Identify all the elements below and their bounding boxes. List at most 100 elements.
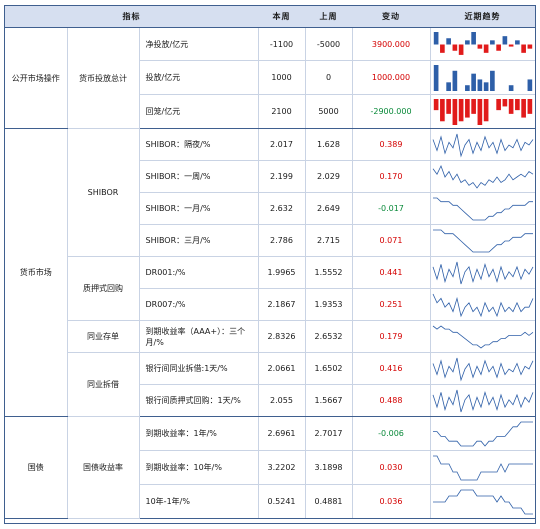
trend-chart (432, 133, 533, 158)
trend-bar (489, 39, 495, 44)
trend-chart (432, 293, 533, 317)
trend-bar (502, 98, 507, 106)
trend-sparkline (430, 27, 535, 61)
subgroup-label: 货币投放总计 (67, 27, 140, 129)
trend-bar (452, 98, 457, 125)
indicator-name: SHIBOR：一周/% (139, 160, 259, 193)
trend-bar (433, 31, 438, 44)
trend-bar (514, 39, 520, 44)
indicator-name: SHIBOR：一月/% (139, 192, 259, 225)
trend-bar (520, 98, 526, 118)
last-week-value: 1.9353 (305, 288, 353, 321)
last-week-value: 3.1898 (305, 450, 353, 485)
change-value: 1000.000 (352, 60, 431, 95)
trend-chart (432, 389, 533, 412)
last-week-value: 2.7017 (305, 416, 353, 451)
this-week-value: 2.8326 (258, 320, 306, 353)
subgroup-label: 国债收益率 (67, 416, 140, 519)
trend-bar (445, 37, 451, 44)
trend-bar (527, 44, 532, 49)
trend-bar (477, 98, 482, 125)
table-row: 公开市场操作 货币投放总计 净投放/亿元 -1100 -5000 3900.000 (5, 27, 535, 129)
indicator-name: 到期收益率：1年/% (139, 416, 259, 451)
market-summary-frame: 指标 本周 上周 变动 近期趋势 公开市场操作 货币投放总计 净投放/亿元 -1100… (4, 5, 536, 524)
trend-bar (508, 98, 513, 114)
trend-line (432, 164, 533, 189)
trend-bar (433, 98, 438, 110)
indicator-name: SHIBOR：隔夜/% (139, 128, 259, 161)
trend-bar (483, 98, 488, 121)
trend-sparkline (430, 484, 535, 519)
trend-chart (432, 164, 533, 189)
trend-bar (489, 70, 495, 91)
change-value: 0.251 (352, 288, 431, 321)
last-week-value: 2.029 (305, 160, 353, 193)
trend-line (432, 197, 533, 220)
trend-line (432, 324, 533, 349)
trend-chart (433, 64, 532, 91)
this-week-value: 2.017 (258, 128, 306, 161)
trend-bar (514, 98, 520, 110)
indicator-name: 银行间质押式回购：1天/% (139, 384, 259, 417)
trend-bar (445, 81, 451, 91)
last-week-value: 1.5552 (305, 256, 353, 289)
this-week-value: 3.2202 (258, 450, 306, 485)
change-value: -0.017 (352, 192, 431, 225)
trend-bar (508, 84, 513, 91)
trend-bar (495, 44, 501, 51)
this-week-value: 0.5241 (258, 484, 306, 519)
this-week-value: 2.1867 (258, 288, 306, 321)
indicator-name: 投放/亿元 (139, 60, 259, 95)
this-week-value: 2.632 (258, 192, 306, 225)
trend-chart (432, 357, 533, 382)
this-week-value: 2.0661 (258, 352, 306, 385)
trend-line (432, 455, 533, 480)
trend-bar (477, 78, 482, 91)
trend-chart (432, 489, 533, 514)
trend-chart (433, 31, 532, 55)
subgroup-label: 质押式回购 (67, 256, 140, 321)
last-week-value: 1.5667 (305, 384, 353, 417)
trend-chart (432, 324, 533, 349)
trend-bar (452, 70, 457, 91)
trend-chart (432, 455, 533, 480)
trend-bar (520, 44, 526, 53)
trend-chart (432, 421, 533, 447)
trend-chart (432, 229, 533, 252)
trend-sparkline (430, 450, 535, 485)
trend-bar (445, 98, 451, 114)
last-week-value: 0 (305, 60, 353, 95)
this-week-value: 1000 (258, 60, 306, 95)
trend-sparkline (430, 288, 535, 321)
this-week-value: 2.786 (258, 224, 306, 257)
last-week-value: -5000 (305, 27, 353, 61)
last-week-value: 1.6502 (305, 352, 353, 385)
trend-bar (527, 78, 532, 91)
change-value: 0.036 (352, 484, 431, 519)
trend-bar (508, 44, 513, 47)
last-week-value: 2.715 (305, 224, 353, 257)
trend-bar (483, 44, 488, 53)
this-week-value: 2100 (258, 94, 306, 129)
trend-line (432, 293, 533, 317)
last-week-value: 5000 (305, 94, 353, 129)
trend-bar (452, 44, 457, 51)
last-week-value: 2.649 (305, 192, 353, 225)
trend-bar (433, 64, 438, 91)
trend-sparkline (430, 256, 535, 289)
table-row: 同业存单 到期收益率（AAA+）：三个月/% 2.8326 2.6532 0.179 (5, 320, 535, 353)
trend-bar (470, 98, 476, 114)
change-value: 0.179 (352, 320, 431, 353)
indicator-name: 银行间同业拆借:1天/% (139, 352, 259, 385)
trend-bar (464, 98, 470, 118)
change-value: 0.071 (352, 224, 431, 257)
subgroup-label: 同业存单 (67, 320, 140, 353)
trend-line (432, 357, 533, 382)
trend-bar (477, 44, 482, 49)
trend-sparkline (430, 320, 535, 353)
trend-bar (527, 98, 532, 114)
trend-line (432, 489, 533, 514)
trend-line (432, 389, 533, 412)
change-value: 0.416 (352, 352, 431, 385)
trend-sparkline (430, 128, 535, 161)
